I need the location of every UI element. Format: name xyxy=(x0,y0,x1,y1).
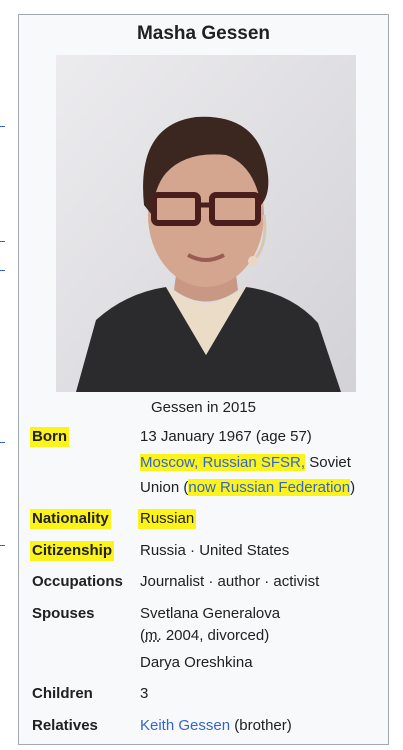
birthplace-link[interactable]: Moscow, Russian SFSR, xyxy=(140,454,306,471)
edge-link-fragment[interactable] xyxy=(0,126,5,127)
children-label: Children xyxy=(32,685,93,702)
infobox: Masha Gessen Gessen in 2015 Born 13 Janu… xyxy=(18,14,389,745)
married-abbr[interactable]: m. xyxy=(145,627,162,644)
keith-gessen-link[interactable]: Keith Gessen xyxy=(140,717,230,734)
list-separator: · xyxy=(185,542,200,559)
nationality-value: Russian xyxy=(138,509,197,529)
birthplace-text: Soviet xyxy=(305,454,351,471)
citizenship-united-states: United States xyxy=(199,542,290,559)
nationality-label: Nationality xyxy=(30,509,111,529)
spouse-2: Darya Oreshkina xyxy=(140,654,253,671)
born-place-line-1: Moscow, Russian SFSR, Soviet xyxy=(140,453,351,473)
portrait-photo[interactable] xyxy=(56,55,356,392)
spouses-label: Spouses xyxy=(32,605,95,622)
citizenship-label: Citizenship xyxy=(30,541,115,561)
edge-link-fragment[interactable] xyxy=(0,545,5,546)
spouse-1-marriage: (m. 2004, divorced) xyxy=(140,626,269,646)
citizenship-russia: Russia xyxy=(140,542,186,559)
relatives-value: Keith Gessen (brother) xyxy=(140,716,292,736)
portrait-image xyxy=(56,55,356,392)
spouse-1: Svetlana Generalova xyxy=(140,605,281,622)
children-value: 3 xyxy=(140,685,149,702)
close-paren: ) xyxy=(350,479,356,496)
born-place-line-2: Union (now Russian Federation) xyxy=(140,478,355,498)
birthplace-text-2: Union ( xyxy=(140,479,189,496)
edge-link-fragment[interactable] xyxy=(0,442,5,443)
born-date: 13 January 1967 (age 57) xyxy=(140,428,312,445)
relation-text: (brother) xyxy=(230,717,292,734)
infobox-title: Masha Gessen xyxy=(136,23,271,44)
edge-link-fragment[interactable] xyxy=(0,270,5,271)
marriage-years: 2004, divorced) xyxy=(161,627,270,644)
page-edge-links xyxy=(0,0,12,750)
now-russian-federation-link[interactable]: now Russian Federation xyxy=(188,479,351,496)
relatives-label: Relatives xyxy=(32,717,98,734)
citizenship-value: Russia · United States xyxy=(140,541,289,561)
edge-link-fragment[interactable] xyxy=(0,241,5,242)
photo-caption: Gessen in 2015 xyxy=(150,399,257,416)
occupations-value: Journalist · author · activist xyxy=(140,573,320,590)
occupations-label: Occupations xyxy=(32,573,123,590)
born-label: Born xyxy=(30,427,69,447)
